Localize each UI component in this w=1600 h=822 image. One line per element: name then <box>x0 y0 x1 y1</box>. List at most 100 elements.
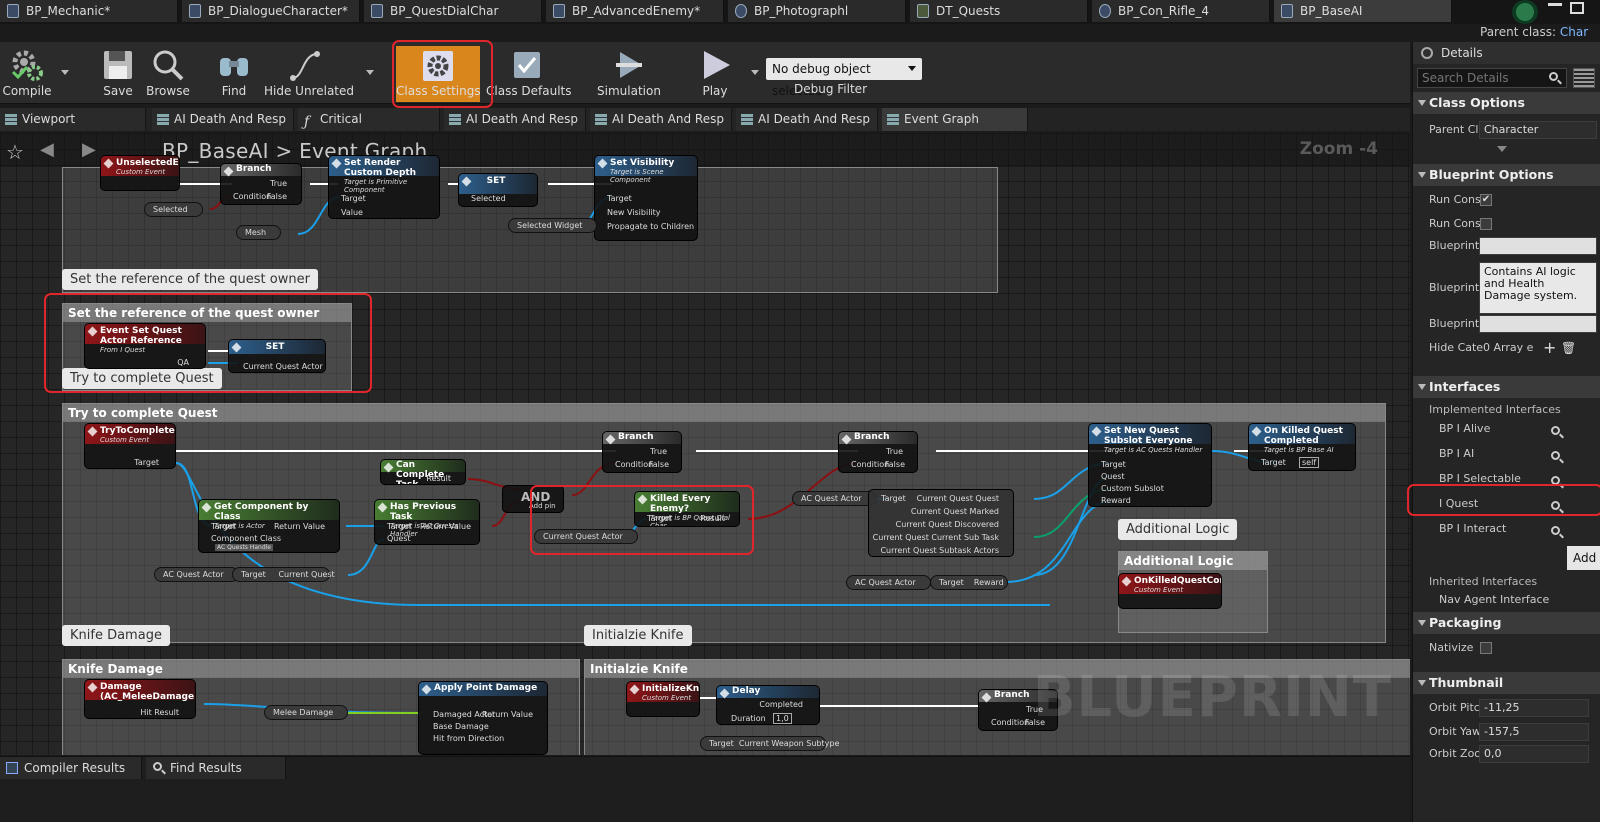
var-ac-quest-actor-3[interactable]: AC Quest Actor <box>846 575 931 590</box>
pin-quest[interactable]: Quest <box>387 534 411 543</box>
pin-current-quest-actor[interactable]: Current Quest Actor <box>243 362 323 371</box>
node-set-render-custom-depth[interactable]: Set Render Custom Depth Target is Primiti… <box>328 155 440 219</box>
section-blueprint-options[interactable]: Blueprint Options <box>1413 164 1600 186</box>
node-can-complete-task[interactable]: Can Complete Task Result <box>380 459 466 485</box>
pin-target[interactable]: Target <box>607 194 632 203</box>
node-get-reward[interactable]: Target Reward <box>930 575 1008 590</box>
run-construction-checkbox-1[interactable]: ✔ <box>1480 194 1492 206</box>
node-set-selected[interactable]: SET Selected <box>458 173 538 207</box>
node-on-killed-quest-completed[interactable]: On Killed Quest Completed Target is BP Ba… <box>1248 423 1356 471</box>
play-options-caret[interactable] <box>751 70 759 75</box>
expand-chevron-icon[interactable] <box>1497 146 1507 152</box>
section-interfaces[interactable]: Interfaces <box>1413 376 1600 398</box>
pin-propagate[interactable]: Propagate to Children <box>607 222 694 231</box>
node-get-current-quest[interactable]: Target Current Quest <box>232 567 335 582</box>
node-get-current-weapon-subtype[interactable]: Target Current Weapon Subtype <box>700 736 839 751</box>
source-control-icon[interactable] <box>1512 0 1538 24</box>
pin-current-quest-quest[interactable]: Current Quest Quest <box>917 494 999 503</box>
blueprint-display-name-field[interactable] <box>1479 237 1597 255</box>
pin-current-quest-marked[interactable]: Current Quest Marked <box>911 507 999 516</box>
pin-custom-subslot[interactable]: Custom Subslot <box>1101 484 1164 493</box>
pin-completed[interactable]: Completed <box>759 700 803 709</box>
orbit-zoom-field[interactable]: 0,0 <box>1479 745 1589 763</box>
pin-return-value[interactable]: Return Value <box>274 522 325 531</box>
pin-self-value[interactable]: self <box>1299 457 1320 468</box>
var-ac-quest-actor-2[interactable]: AC Quest Actor <box>154 567 239 582</box>
node-branch-1[interactable]: Branch True Condition False <box>220 163 302 205</box>
hide-unrelated-caret[interactable] <box>366 70 374 75</box>
node-unselected-event[interactable]: UnselectedEventCustom Event <box>100 155 180 191</box>
pin-result[interactable]: Result <box>426 474 451 483</box>
subtab-ai-death-3[interactable]: AI Death And Resp <box>590 108 732 131</box>
view-options-icon[interactable] <box>1573 68 1595 88</box>
pin-false[interactable]: False <box>885 460 905 469</box>
event-graph-canvas[interactable]: ☆ ◀ ▶ BP_BaseAI > Event Graph Zoom -4 Se… <box>0 133 1410 755</box>
subtab-ai-death-1[interactable]: AI Death And Resp <box>152 108 294 131</box>
find-button[interactable]: Find <box>212 42 256 104</box>
pin-value[interactable]: Value <box>341 208 363 217</box>
run-construction-checkbox-2[interactable] <box>1480 218 1492 230</box>
pin-duration[interactable]: Duration <box>731 714 766 723</box>
tab-bp-advancedenemy[interactable]: BP_AdvancedEnemy* <box>546 0 724 22</box>
var-ac-quest-actor-1[interactable]: AC Quest Actor <box>792 491 877 506</box>
pin-true[interactable]: True <box>270 179 287 188</box>
subtab-ai-death-2[interactable]: AI Death And Resp <box>444 108 586 131</box>
pin-target[interactable]: Target <box>881 494 906 503</box>
browse-interface-icon[interactable] <box>1551 451 1560 460</box>
tab-find-results[interactable]: Find Results <box>146 757 286 779</box>
pin-false[interactable]: False <box>649 460 669 469</box>
section-class-options[interactable]: Class Options <box>1413 92 1600 114</box>
orbit-pitch-field[interactable]: -11,25 <box>1479 699 1589 717</box>
node-damage-event[interactable]: Damage (AC_MeleeDamage) Hit Result <box>84 679 196 719</box>
maximize-icon[interactable] <box>1570 2 1584 14</box>
node-initialize-knife-event[interactable]: InitializeKnifeCustom Event <box>626 681 700 717</box>
node-set-visibility[interactable]: Set Visibility Target is Scene Component T… <box>594 155 698 241</box>
add-interface-button[interactable]: Add <box>1567 546 1600 570</box>
pin-return-value[interactable]: Return Value <box>482 710 533 719</box>
component-class-value[interactable]: AC Quests Handle <box>215 544 273 551</box>
duration-value[interactable]: 1,0 <box>773 713 792 724</box>
nativize-checkbox[interactable] <box>1480 642 1492 654</box>
node-apply-point-damage[interactable]: Apply Point Damage Damaged Actor Return Va… <box>418 681 548 755</box>
var-melee-damage[interactable]: Melee Damage <box>264 705 349 720</box>
pin-condition[interactable]: Condition <box>991 718 1029 727</box>
play-button[interactable]: Play <box>688 42 742 104</box>
node-break-current-quest[interactable]: Target Current Quest Quest Current Quest M… <box>868 489 1014 557</box>
search-icon[interactable] <box>1549 72 1558 81</box>
blueprint-category-field[interactable] <box>1479 315 1597 333</box>
save-button[interactable]: Save <box>96 42 140 104</box>
node-event-set-quest-actor[interactable]: Event Set Quest Actor Reference From I Qu… <box>84 323 206 369</box>
pin-condition[interactable]: Condition <box>851 460 889 469</box>
tab-compiler-results[interactable]: Compiler Results <box>0 757 142 779</box>
var-mesh[interactable]: Mesh <box>236 225 282 240</box>
debug-object-dropdown[interactable]: No debug object selected <box>766 58 922 98</box>
tab-dt-quests[interactable]: DT_Quests <box>910 0 1088 22</box>
section-thumbnail[interactable]: Thumbnail <box>1413 672 1600 694</box>
pin-current-quest-discovered[interactable]: Current Quest Discovered <box>896 520 999 529</box>
pin-reward[interactable]: Reward <box>1101 496 1131 505</box>
node-on-killed-quest-completed-event[interactable]: OnKilledQuestCompletedCustom Event <box>1118 573 1222 609</box>
var-selected-widget[interactable]: Selected Widget <box>508 218 598 233</box>
pin-target[interactable]: Target <box>341 194 366 203</box>
tab-bp-photograph[interactable]: BP_Photographl <box>728 0 906 22</box>
pin-new-visibility[interactable]: New Visibility <box>607 208 661 217</box>
compile-button[interactable]: Compile <box>0 42 54 104</box>
pin-target[interactable]: Target <box>1261 458 1286 467</box>
pin-false[interactable]: False <box>267 192 287 201</box>
pin-true[interactable]: True <box>886 447 903 456</box>
subtab-critical[interactable]: ƒ Critical <box>298 108 440 131</box>
tab-bp-con-rifle[interactable]: BP_Con_Rifle_4 <box>1092 0 1270 22</box>
subtab-ai-death-4[interactable]: AI Death And Resp <box>736 108 878 131</box>
class-defaults-button[interactable]: Class Defaults <box>486 42 571 104</box>
pin-current-sub-task[interactable]: Current Quest Current Sub Task <box>873 533 999 542</box>
tab-bp-dialoguecharacter[interactable]: BP_DialogueCharacter* <box>182 0 360 22</box>
blueprint-description-field[interactable]: Contains AI logic and Health Damage syst… <box>1479 262 1597 314</box>
parent-class-dropdown[interactable]: Character <box>1479 121 1597 139</box>
pin-qa[interactable]: QA <box>177 358 189 367</box>
compile-options-caret[interactable] <box>61 70 69 75</box>
pin-condition[interactable]: Condition <box>615 460 653 469</box>
node-delay[interactable]: Delay Completed Duration 1,0 <box>716 685 820 725</box>
pin-condition[interactable]: Condition <box>233 192 271 201</box>
subtab-event-graph[interactable]: Event Graph <box>882 108 1028 131</box>
pin-true[interactable]: True <box>650 447 667 456</box>
